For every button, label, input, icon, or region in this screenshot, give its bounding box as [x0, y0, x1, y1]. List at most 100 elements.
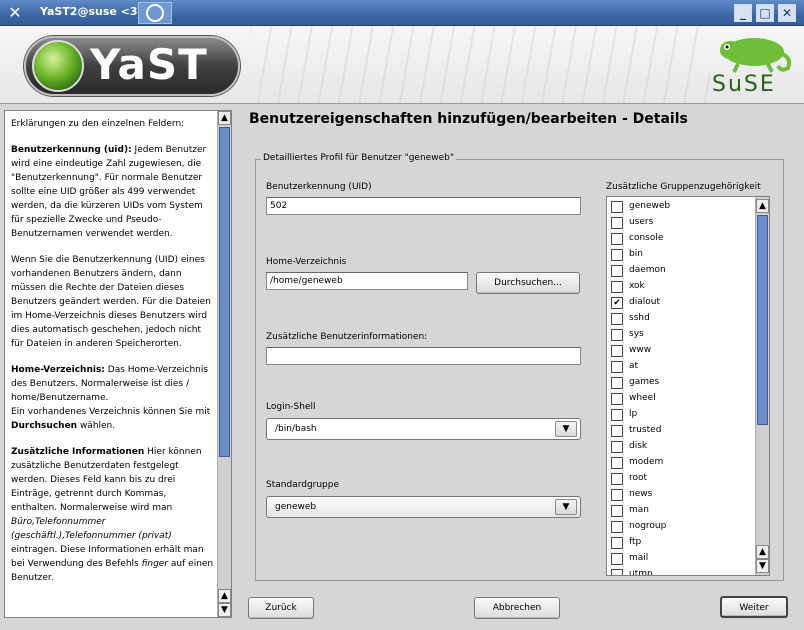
group-checkbox[interactable]	[611, 313, 623, 325]
group-name: sys	[629, 329, 644, 339]
header-decoration	[250, 26, 710, 103]
group-checkbox[interactable]	[611, 233, 623, 245]
group-checkbox[interactable]	[611, 201, 623, 213]
group-item[interactable]: console	[611, 231, 751, 247]
group-name: disk	[629, 441, 648, 451]
group-checkbox[interactable]	[611, 281, 623, 293]
scroll-up-icon[interactable]: ▲	[756, 545, 769, 559]
group-item[interactable]: root	[611, 471, 751, 487]
group-name: wheel	[629, 393, 656, 403]
group-name: trusted	[629, 425, 662, 435]
group-item[interactable]: wheel	[611, 391, 751, 407]
group-name: bin	[629, 249, 643, 259]
group-item[interactable]: www	[611, 343, 751, 359]
chevron-down-icon[interactable]: ▼	[555, 421, 577, 437]
group-checkbox[interactable]	[611, 249, 623, 261]
group-checkbox[interactable]	[611, 505, 623, 517]
window-title: YaST2@suse <3>	[40, 5, 147, 18]
group-item[interactable]: ftp	[611, 535, 751, 551]
help-scroll-thumb[interactable]	[219, 127, 230, 457]
scroll-down-icon[interactable]: ▼	[218, 603, 231, 617]
header-banner: YaST SuSE	[0, 26, 804, 104]
group-checkbox[interactable]	[611, 489, 623, 501]
group-checkbox[interactable]	[611, 425, 623, 437]
window-menu-icon[interactable]: ✕	[6, 4, 24, 22]
group-item[interactable]: disk	[611, 439, 751, 455]
group-name: daemon	[629, 265, 666, 275]
group-checkbox[interactable]	[611, 473, 623, 485]
group-checkbox[interactable]	[611, 409, 623, 421]
profile-groupbox-label: Detailliertes Profil für Benutzer "genew…	[261, 153, 456, 163]
group-checkbox[interactable]	[611, 377, 623, 389]
group-checkbox[interactable]: ✔	[611, 297, 623, 309]
group-item[interactable]: ✔ dialout	[611, 295, 751, 311]
group-item[interactable]: users	[611, 215, 751, 231]
group-name: sshd	[629, 313, 650, 323]
group-item[interactable]: news	[611, 487, 751, 503]
chevron-down-icon[interactable]: ▼	[555, 499, 577, 515]
group-item[interactable]: nogroup	[611, 519, 751, 535]
group-item[interactable]: mail	[611, 551, 751, 567]
scroll-up-icon[interactable]: ▲	[756, 199, 769, 213]
group-item[interactable]: utmp	[611, 567, 751, 576]
group-item[interactable]: sys	[611, 327, 751, 343]
scroll-up-icon[interactable]: ▲	[218, 589, 231, 603]
back-button[interactable]: Zurück	[248, 597, 314, 619]
group-name: lp	[629, 409, 638, 419]
groups-scrollbar[interactable]: ▲ ▲ ▼	[755, 197, 769, 575]
group-item[interactable]: trusted	[611, 423, 751, 439]
group-item[interactable]: at	[611, 359, 751, 375]
group-checkbox[interactable]	[611, 441, 623, 453]
uid-input[interactable]: 502	[266, 197, 581, 215]
additional-groups-list[interactable]: geneweb users console bin daemon xok ✔ dialout s…	[606, 196, 770, 576]
minimize-button[interactable]: _	[734, 4, 752, 22]
scroll-down-icon[interactable]: ▼	[756, 559, 769, 573]
group-item[interactable]: man	[611, 503, 751, 519]
maximize-button[interactable]: □	[756, 4, 774, 22]
login-shell-combo[interactable]: /bin/bash ▼	[266, 418, 581, 440]
group-item[interactable]: xok	[611, 279, 751, 295]
group-checkbox[interactable]	[611, 217, 623, 229]
uid-label: Benutzerkennung (UID)	[266, 182, 372, 192]
group-name: xok	[629, 281, 645, 291]
group-checkbox[interactable]	[611, 345, 623, 357]
help-panel[interactable]: Erklärungen zu den einzelnen Feldern: Be…	[4, 110, 232, 618]
groups-scroll-thumb[interactable]	[757, 215, 768, 425]
browse-button[interactable]: Durchsuchen...	[476, 272, 580, 294]
close-button[interactable]: ✕	[778, 4, 796, 22]
group-checkbox[interactable]	[611, 553, 623, 565]
next-button[interactable]: Weiter	[720, 596, 788, 618]
group-checkbox[interactable]	[611, 569, 623, 575]
group-checkbox[interactable]	[611, 521, 623, 533]
group-item[interactable]: bin	[611, 247, 751, 263]
group-name: nogroup	[629, 521, 667, 531]
group-item[interactable]: games	[611, 375, 751, 391]
group-item[interactable]: lp	[611, 407, 751, 423]
group-name: modem	[629, 457, 664, 467]
group-name: users	[629, 217, 654, 227]
group-item[interactable]: geneweb	[611, 199, 751, 215]
group-item[interactable]: daemon	[611, 263, 751, 279]
help-home-paragraph: Home-Verzeichnis: Das Home-Verzeichnis d…	[11, 365, 211, 431]
scroll-up-icon[interactable]: ▲	[218, 111, 231, 125]
group-checkbox[interactable]	[611, 457, 623, 469]
group-checkbox[interactable]	[611, 537, 623, 549]
help-intro: Erklärungen zu den einzelnen Feldern:	[11, 119, 185, 129]
group-checkbox[interactable]	[611, 393, 623, 405]
help-scrollbar[interactable]: ▲ ▲ ▼	[217, 111, 231, 617]
home-directory-input[interactable]: /home/geneweb	[266, 272, 468, 290]
help-uid-change-paragraph: Wenn Sie die Benutzerkennung (UID) eines…	[11, 255, 211, 349]
group-name: utmp	[629, 569, 653, 576]
cancel-button[interactable]: Abbrechen	[474, 597, 560, 619]
group-item[interactable]: sshd	[611, 311, 751, 327]
help-text: Erklärungen zu den einzelnen Feldern: Be…	[11, 117, 215, 613]
group-checkbox[interactable]	[611, 361, 623, 373]
default-group-combo[interactable]: geneweb ▼	[266, 496, 581, 518]
group-checkbox[interactable]	[611, 329, 623, 341]
info-label: Zusätzliche Benutzerinformationen:	[266, 332, 428, 342]
group-name: www	[629, 345, 652, 355]
group-checkbox[interactable]	[611, 265, 623, 277]
group-item[interactable]: modem	[611, 455, 751, 471]
group-name: mail	[629, 553, 649, 563]
user-info-input[interactable]	[266, 347, 581, 365]
